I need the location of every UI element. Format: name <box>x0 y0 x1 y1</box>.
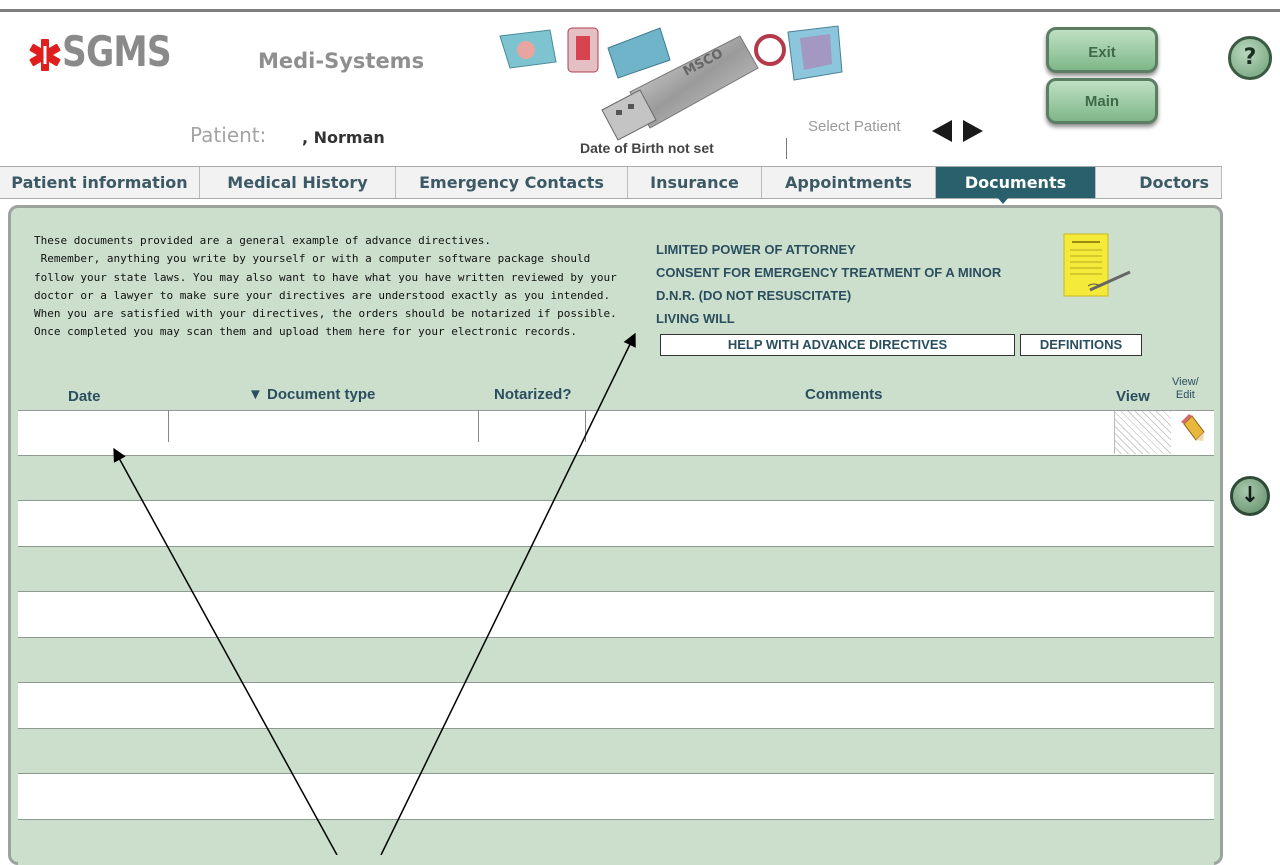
tab-emergency-contacts[interactable]: Emergency Contacts <box>396 167 628 198</box>
tab-patient-information[interactable]: Patient information <box>0 167 200 198</box>
select-patient-label: Select Patient <box>808 118 901 135</box>
table-row[interactable] <box>18 591 1214 637</box>
view-edit-line1: View/ <box>1172 376 1199 388</box>
divider <box>786 138 787 159</box>
help-icon[interactable]: ? <box>1228 36 1272 80</box>
pencil-icon[interactable] <box>1178 414 1206 444</box>
instruction-line: Once completed you may scan them and upl… <box>34 325 578 339</box>
app-name: Medi-Systems <box>258 49 425 73</box>
arrow-down-icon[interactable]: ↓ <box>1230 476 1270 516</box>
link-consent-emergency-treatment-minor[interactable]: CONSENT FOR EMERGENCY TREATMENT OF A MIN… <box>656 261 1001 284</box>
table-row[interactable] <box>18 728 1214 774</box>
column-view-edit[interactable]: View/ Edit <box>1172 376 1199 402</box>
logo-text: SGMS <box>62 27 172 76</box>
table-row[interactable] <box>18 546 1214 592</box>
tab-appointments[interactable]: Appointments <box>762 167 936 198</box>
link-living-will[interactable]: LIVING WILL <box>656 307 1001 330</box>
definitions-button[interactable]: DEFINITIONS <box>1020 334 1142 356</box>
column-comments[interactable]: Comments <box>805 386 883 403</box>
table-row[interactable] <box>18 500 1214 546</box>
cell-divider <box>585 410 586 442</box>
view-document-cell[interactable] <box>1114 411 1171 454</box>
active-tab-indicator <box>997 197 1009 204</box>
link-dnr[interactable]: D.N.R. (DO NOT RESUSCITATE) <box>656 284 1001 307</box>
arrow-left-icon[interactable] <box>932 120 952 142</box>
instruction-line: doctor or a lawyer to make sure your dir… <box>34 288 611 302</box>
document-icon <box>1063 233 1131 297</box>
exit-button[interactable]: Exit <box>1046 27 1158 73</box>
table-row[interactable] <box>18 637 1214 683</box>
column-notarized[interactable]: Notarized? <box>494 386 572 403</box>
date-of-birth: Date of Birth not set <box>580 140 714 156</box>
tab-bar: Patient information Medical History Emer… <box>0 166 1222 199</box>
instruction-line: These documents provided are a general e… <box>34 234 491 247</box>
instruction-line: follow your state laws. You may also wan… <box>34 270 617 284</box>
table-row[interactable] <box>18 819 1214 865</box>
table-row[interactable] <box>18 410 1214 455</box>
top-rule <box>0 9 1280 12</box>
column-date[interactable]: Date <box>68 388 101 405</box>
document-links: LIMITED POWER OF ATTORNEY CONSENT FOR EM… <box>656 238 1001 330</box>
column-view[interactable]: View <box>1116 388 1150 405</box>
patient-selector <box>932 120 983 142</box>
column-document-type[interactable]: ▼ Document type <box>248 386 375 403</box>
instruction-line: When you are satisfied with your directi… <box>34 307 617 321</box>
table-row[interactable] <box>18 773 1214 819</box>
patient-label: Patient: <box>190 123 267 147</box>
main-button[interactable]: Main <box>1046 78 1158 124</box>
patient-name: , Norman <box>302 128 385 147</box>
view-edit-line2: Edit <box>1175 389 1195 401</box>
table-row[interactable] <box>18 455 1214 501</box>
medical-star-icon <box>29 39 61 71</box>
tab-medical-history[interactable]: Medical History <box>200 167 396 198</box>
tab-insurance[interactable]: Insurance <box>628 167 762 198</box>
instruction-line: Remember, anything you write by yourself… <box>34 252 591 266</box>
help-with-advance-directives-button[interactable]: HELP WITH ADVANCE DIRECTIVES <box>660 334 1015 356</box>
tab-doctors[interactable]: Doctors <box>1096 167 1222 198</box>
table-row[interactable] <box>18 682 1214 728</box>
arrow-right-icon[interactable] <box>963 120 983 142</box>
cell-divider <box>168 410 169 442</box>
link-limited-power-of-attorney[interactable]: LIMITED POWER OF ATTORNEY <box>656 238 1001 261</box>
tab-documents[interactable]: Documents <box>936 167 1096 198</box>
cell-divider <box>478 410 479 442</box>
instructions-text: These documents provided are a general e… <box>34 232 654 342</box>
